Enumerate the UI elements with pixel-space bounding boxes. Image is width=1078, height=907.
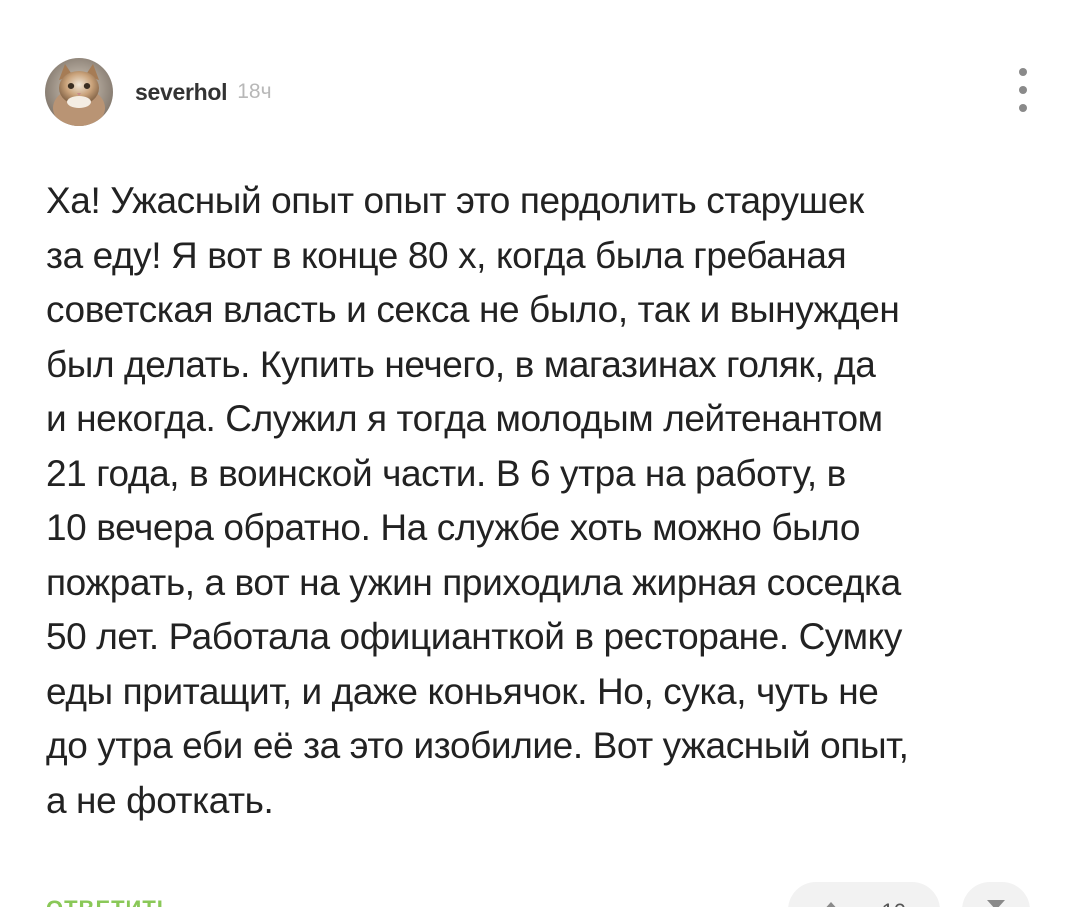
- upvote-button[interactable]: 10: [788, 882, 940, 907]
- comment-footer: ОТВЕТИТЬ 10: [0, 876, 1078, 907]
- arrow-down-icon: [987, 900, 1005, 907]
- comment-body: Ха! Ужасный опыт опыт это пердолить стар…: [46, 180, 909, 821]
- more-vertical-icon[interactable]: [1014, 68, 1032, 112]
- menu-dot: [1019, 86, 1027, 94]
- comment-card: severhol 18ч Ха! Ужасный опыт опыт это п…: [0, 0, 1078, 907]
- menu-dot: [1019, 104, 1027, 112]
- username-link[interactable]: severhol: [135, 79, 228, 106]
- menu-dot: [1019, 68, 1027, 76]
- rating-count: 10: [882, 901, 906, 907]
- comment-header: severhol 18ч: [45, 58, 272, 126]
- arrow-up-icon: [822, 902, 840, 907]
- cat-avatar-icon[interactable]: [45, 58, 113, 126]
- comment-timestamp: 18ч: [237, 80, 272, 103]
- downvote-button[interactable]: [962, 882, 1030, 907]
- reply-button[interactable]: ОТВЕТИТЬ: [46, 896, 174, 907]
